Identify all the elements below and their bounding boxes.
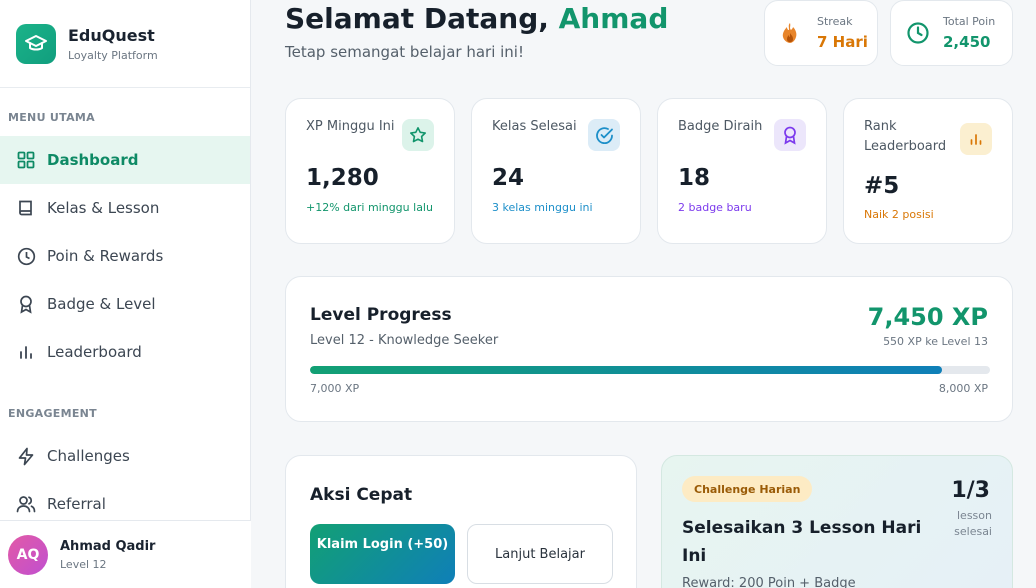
level-min: 7,000 XP (310, 382, 360, 395)
clock-icon (905, 20, 931, 46)
level-progress-card: Level Progress Level 12 - Knowledge Seek… (285, 276, 1013, 422)
level-progress-bar (310, 366, 990, 374)
stat-card-classes: Kelas Selesai 24 3 kelas minggu ini (471, 98, 641, 244)
points-label: Total Poin (943, 15, 996, 28)
greeting-name: Ahmad (558, 2, 669, 35)
challenge-reward: Reward: 200 Poin + Badge (682, 576, 856, 588)
daily-challenge-card[interactable]: Challenge Harian Selesaikan 3 Lesson Har… (661, 455, 1013, 588)
bar-chart-icon (16, 342, 36, 362)
stat-card-badges: Badge Diraih 18 2 badge baru (657, 98, 827, 244)
section-label-menu: MENU UTAMA (8, 111, 95, 124)
sidebar-item-leaderboard[interactable]: Leaderboard (0, 328, 250, 376)
brand: EduQuest Loyalty Platform (0, 0, 250, 88)
brand-name: EduQuest (68, 25, 155, 45)
challenge-badge: Challenge Harian (682, 476, 813, 502)
sidebar-item-kelas[interactable]: Kelas & Lesson (0, 184, 250, 232)
sidebar-item-label: Poin & Rewards (47, 247, 164, 265)
streak-pill: Streak 7 Hari (764, 0, 878, 66)
points-value: 2,450 (943, 33, 991, 51)
level-subtitle: Level 12 - Knowledge Seeker (310, 333, 499, 348)
streak-label: Streak (817, 15, 853, 28)
stat-value: #5 (864, 173, 900, 199)
sidebar-item-label: Dashboard (47, 151, 139, 169)
page-subtitle: Tetap semangat belajar hari ini! (285, 43, 524, 61)
streak-value: 7 Hari (817, 33, 868, 51)
level-max: 8,000 XP (938, 382, 988, 395)
sidebar: EduQuest Loyalty Platform MENU UTAMA Das… (0, 0, 251, 588)
points-pill: Total Poin 2,450 (890, 0, 1013, 66)
level-xp: 7,450 XP (867, 303, 988, 331)
user-name: Ahmad Qadir (60, 538, 156, 554)
book-icon (16, 198, 36, 218)
brand-subtitle: Loyalty Platform (68, 48, 158, 62)
stat-value: 24 (492, 165, 525, 191)
bar-chart-icon (960, 123, 992, 155)
flame-icon (779, 21, 801, 45)
level-progress-fill (310, 366, 943, 374)
clock-icon (16, 246, 36, 266)
challenge-count-label: lesson selesai (954, 509, 992, 538)
award-icon (16, 294, 36, 314)
challenge-title: Selesaikan 3 Lesson Hari Ini (682, 518, 922, 566)
user-profile[interactable]: AQ Ahmad Qadir Level 12 (0, 520, 251, 588)
claim-login-button[interactable]: Klaim Login (+50) (310, 524, 455, 584)
sidebar-item-challenges[interactable]: Challenges (0, 432, 250, 480)
sidebar-item-label: Badge & Level (47, 295, 156, 313)
level-title: Level Progress (310, 305, 452, 325)
stat-value: 18 (678, 165, 711, 191)
sidebar-item-dashboard[interactable]: Dashboard (0, 136, 250, 184)
grid-icon (16, 150, 36, 170)
quick-actions-title: Aksi Cepat (310, 485, 413, 505)
stat-card-xp: XP Minggu Ini 1,280 +12% dari minggu lal… (285, 98, 455, 244)
page-title: Selamat Datang, Ahmad (285, 2, 668, 35)
quick-actions-card: Aksi Cepat Klaim Login (+50) Lanjut Bela… (285, 455, 637, 588)
stat-note: Naik 2 posisi (864, 208, 934, 221)
greeting-text: Selamat Datang, (285, 2, 559, 35)
avatar: AQ (8, 534, 48, 575)
stat-title: Rank Leaderboard (864, 119, 947, 154)
sidebar-item-label: Kelas & Lesson (47, 199, 160, 217)
users-icon (16, 494, 36, 514)
challenge-count: 1/3 (951, 478, 990, 503)
continue-learning-button[interactable]: Lanjut Belajar (467, 524, 613, 584)
user-level: Level 12 (60, 557, 107, 571)
stat-note: +12% dari minggu lalu (306, 201, 433, 214)
stat-value: 1,280 (306, 165, 379, 191)
sidebar-item-label: Challenges (47, 447, 130, 465)
award-icon (774, 119, 806, 151)
sidebar-item-badge[interactable]: Badge & Level (0, 280, 250, 328)
section-label-engagement: ENGAGEMENT (8, 407, 97, 420)
sidebar-item-label: Referral (47, 495, 106, 513)
stat-card-rank: Rank Leaderboard #5 Naik 2 posisi (843, 98, 1013, 244)
sidebar-item-poin[interactable]: Poin & Rewards (0, 232, 250, 280)
check-circle-icon (588, 119, 620, 151)
lightning-icon (16, 446, 36, 466)
level-next: 550 XP ke Level 13 (883, 335, 988, 348)
stat-note: 3 kelas minggu ini (492, 201, 593, 214)
star-icon (402, 119, 434, 151)
sidebar-item-label: Leaderboard (47, 343, 142, 361)
stat-note: 2 badge baru (678, 201, 752, 214)
graduation-cap-icon (16, 23, 56, 64)
